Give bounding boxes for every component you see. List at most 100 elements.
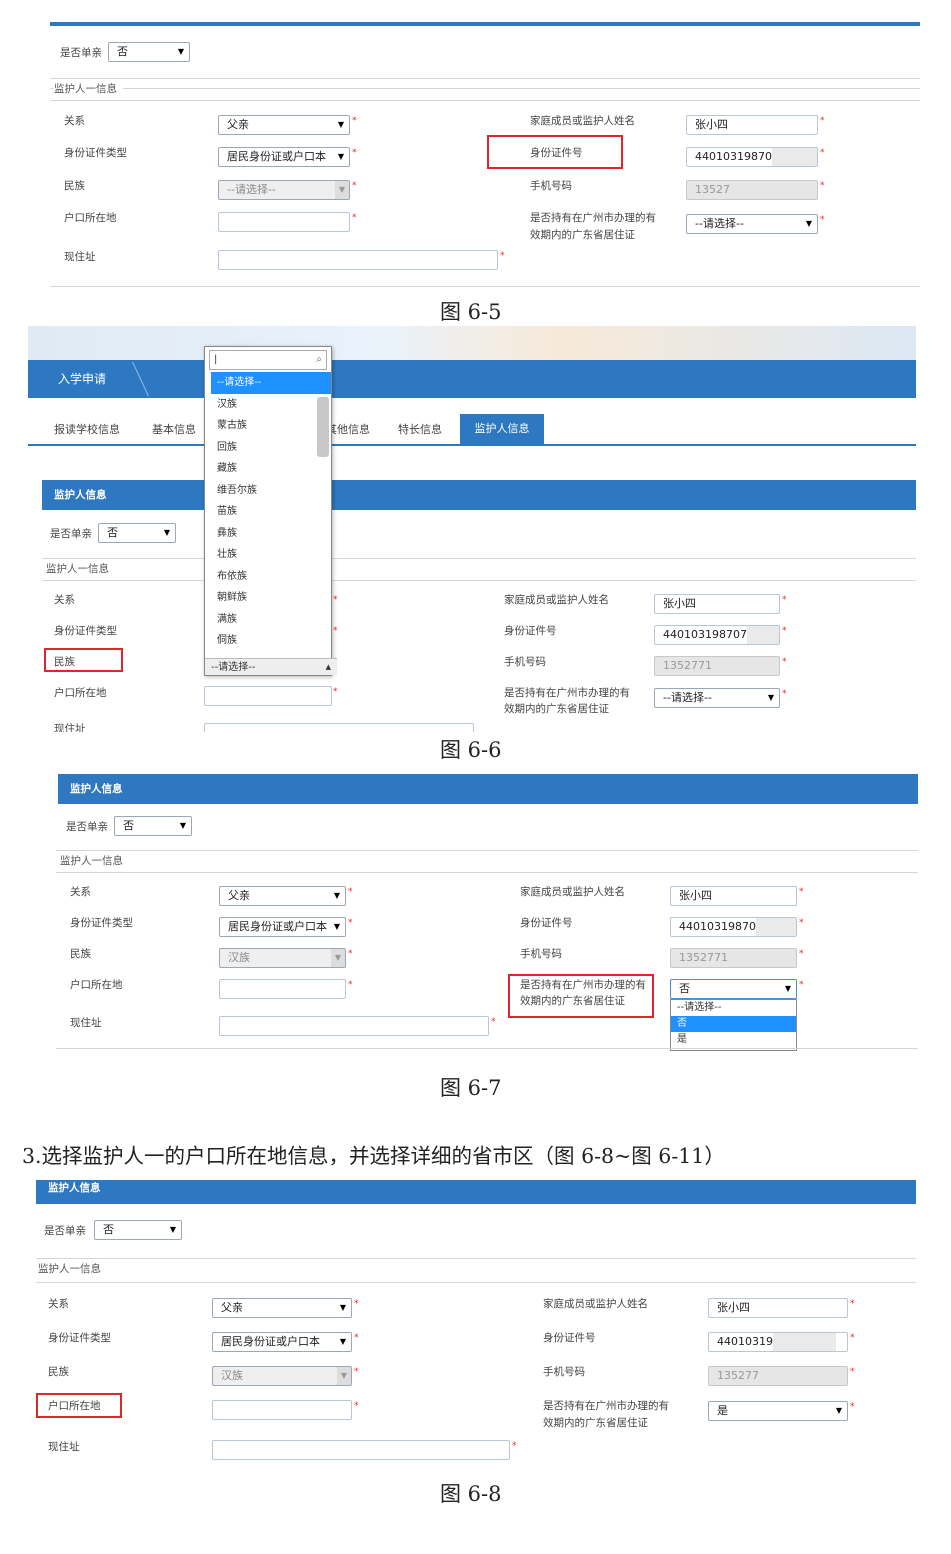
name-field[interactable]: 张小四: [686, 115, 818, 135]
dropdown-option[interactable]: 回族: [211, 437, 331, 459]
address-field[interactable]: [219, 1016, 489, 1036]
dropdown-search-input[interactable]: | ⌕: [209, 350, 327, 370]
dropdown-option[interactable]: 苗族: [211, 501, 331, 523]
permit-option[interactable]: 是: [671, 1032, 796, 1048]
tab-school[interactable]: 报读学校信息: [54, 421, 120, 437]
permit-select[interactable]: --请选择-- ▼: [654, 688, 780, 708]
address-field[interactable]: [218, 250, 498, 270]
single-parent-select[interactable]: 否 ▼: [114, 816, 192, 836]
ethnic-select[interactable]: --请选择-- ▼: [218, 180, 350, 200]
idno-field[interactable]: 44010319000000000: [708, 1332, 848, 1352]
section-title: 监护人一信息: [46, 561, 115, 576]
ethnic-label: 民族: [70, 948, 91, 960]
phone-field[interactable]: 1352771: [670, 948, 797, 968]
chevron-down-icon: ▼: [331, 949, 345, 967]
ethnic-label: 民族: [48, 1366, 69, 1378]
name-label: 家庭成员或监护人姓名: [520, 886, 625, 898]
permit-select[interactable]: 是 ▼: [708, 1401, 848, 1421]
relation-label: 关系: [48, 1298, 69, 1310]
dropdown-option[interactable]: 侗族: [211, 630, 331, 652]
phone-label: 手机号码: [504, 656, 546, 668]
permit-option[interactable]: --请选择--: [671, 1000, 796, 1016]
hukou-label: 户口所在地: [48, 1400, 101, 1412]
relation-select[interactable]: 父亲 ▼: [218, 115, 350, 135]
dropdown-option[interactable]: 汉族: [211, 394, 331, 416]
address-field[interactable]: [212, 1440, 510, 1460]
relation-select[interactable]: 父亲 ▼: [219, 886, 346, 906]
address-label: 现住址: [70, 1017, 102, 1029]
tab-guardian[interactable]: 监护人信息: [460, 414, 544, 444]
required-mark: *: [333, 595, 338, 605]
required-mark: *: [799, 949, 804, 959]
ethnic-select[interactable]: 汉族 ▼: [219, 948, 346, 968]
phone-label: 手机号码: [543, 1366, 585, 1378]
relation-select[interactable]: 父亲 ▼: [212, 1298, 352, 1318]
phone-field[interactable]: 13527: [686, 180, 818, 200]
single-parent-select[interactable]: 否 ▼: [108, 42, 190, 62]
permit-dropdown-list[interactable]: --请选择-- 否 是: [670, 999, 797, 1051]
redacted: 000000: [755, 918, 796, 936]
ethnic-select[interactable]: 汉族 ▼: [212, 1366, 352, 1386]
panel-title: 监护人信息: [36, 1180, 916, 1204]
ethnic-label: 民族: [54, 656, 75, 668]
dropdown-current[interactable]: --请选择-- ▲: [205, 658, 337, 675]
caption-6-7: 图 6-7: [440, 1076, 502, 1100]
required-mark: *: [512, 1441, 517, 1451]
chevron-down-icon: ▼: [333, 922, 340, 931]
idtype-select[interactable]: 居民身份证或户口本 ▼: [212, 1332, 352, 1352]
required-mark: *: [850, 1367, 855, 1377]
idtype-label: 身份证件类型: [48, 1332, 111, 1344]
permit-option-selected[interactable]: 否: [671, 1016, 796, 1032]
relation-label: 关系: [70, 886, 91, 898]
nav-title[interactable]: 入学申请: [58, 370, 106, 387]
dropdown-option[interactable]: 蒙古族: [211, 415, 331, 437]
required-mark: *: [354, 1401, 359, 1411]
address-field[interactable]: [204, 723, 474, 732]
required-mark: *: [782, 657, 787, 667]
single-parent-select[interactable]: 否 ▼: [94, 1220, 182, 1240]
single-parent-label: 是否单亲: [44, 1225, 86, 1237]
dropdown-option-selected[interactable]: --请选择--: [211, 372, 331, 394]
single-parent-label: 是否单亲: [60, 47, 102, 59]
idno-field[interactable]: 440103198700000000: [686, 147, 818, 167]
phone-field[interactable]: 135277: [708, 1366, 848, 1386]
permit-select[interactable]: --请选择-- ▼: [686, 214, 818, 234]
dropdown-option[interactable]: 壮族: [211, 544, 331, 566]
single-parent-select[interactable]: 否 ▼: [98, 523, 176, 543]
name-field[interactable]: 张小四: [670, 886, 797, 906]
dropdown-option[interactable]: 藏族: [211, 458, 331, 480]
ethnic-dropdown-list[interactable]: | ⌕ --请选择-- 汉族 蒙古族 回族 藏族 维吾尔族 苗族 彝族 壮族 布依族 朝鲜族 满族 侗族…: [204, 346, 337, 676]
required-mark: *: [500, 251, 505, 261]
caption-6-8: 图 6-8: [440, 1482, 502, 1506]
name-field[interactable]: 张小四: [654, 594, 780, 614]
phone-label: 手机号码: [530, 180, 572, 192]
chevron-down-icon: ▼: [337, 1367, 351, 1385]
dropdown-option[interactable]: 满族: [211, 609, 331, 631]
hukou-field[interactable]: [219, 979, 346, 999]
idno-label: 身份证件号: [520, 917, 573, 929]
panel-title: 监护人信息: [58, 774, 918, 804]
hukou-field[interactable]: [204, 686, 332, 706]
idno-field[interactable]: 44010319870700000: [654, 625, 780, 645]
idno-field[interactable]: 44010319870000000: [670, 917, 797, 937]
idtype-select[interactable]: 居民身份证或户口本 ▼: [219, 917, 346, 937]
hukou-field[interactable]: [212, 1400, 352, 1420]
dropdown-option[interactable]: 彝族: [211, 523, 331, 545]
chevron-down-icon: ▼: [339, 1337, 346, 1346]
required-mark: *: [348, 949, 353, 959]
chevron-down-icon: ▼: [805, 219, 812, 228]
phone-field[interactable]: 1352771: [654, 656, 780, 676]
tab-talent[interactable]: 特长信息: [398, 421, 442, 437]
dropdown-option[interactable]: 布依族: [211, 566, 331, 588]
required-mark: *: [354, 1367, 359, 1377]
name-field[interactable]: 张小四: [708, 1298, 848, 1318]
idtype-select[interactable]: 居民身份证或户口本 ▼: [218, 147, 350, 167]
scrollbar-thumb[interactable]: [317, 397, 329, 457]
permit-select[interactable]: 否 ▼: [670, 979, 797, 999]
hukou-field[interactable]: [218, 212, 350, 232]
permit-label-2: 效期内的广东省居住证: [543, 1417, 648, 1429]
tab-other[interactable]: 其他信息: [326, 421, 370, 437]
tab-basic[interactable]: 基本信息: [152, 421, 196, 437]
dropdown-option[interactable]: 朝鲜族: [211, 587, 331, 609]
dropdown-option[interactable]: 维吾尔族: [211, 480, 331, 502]
